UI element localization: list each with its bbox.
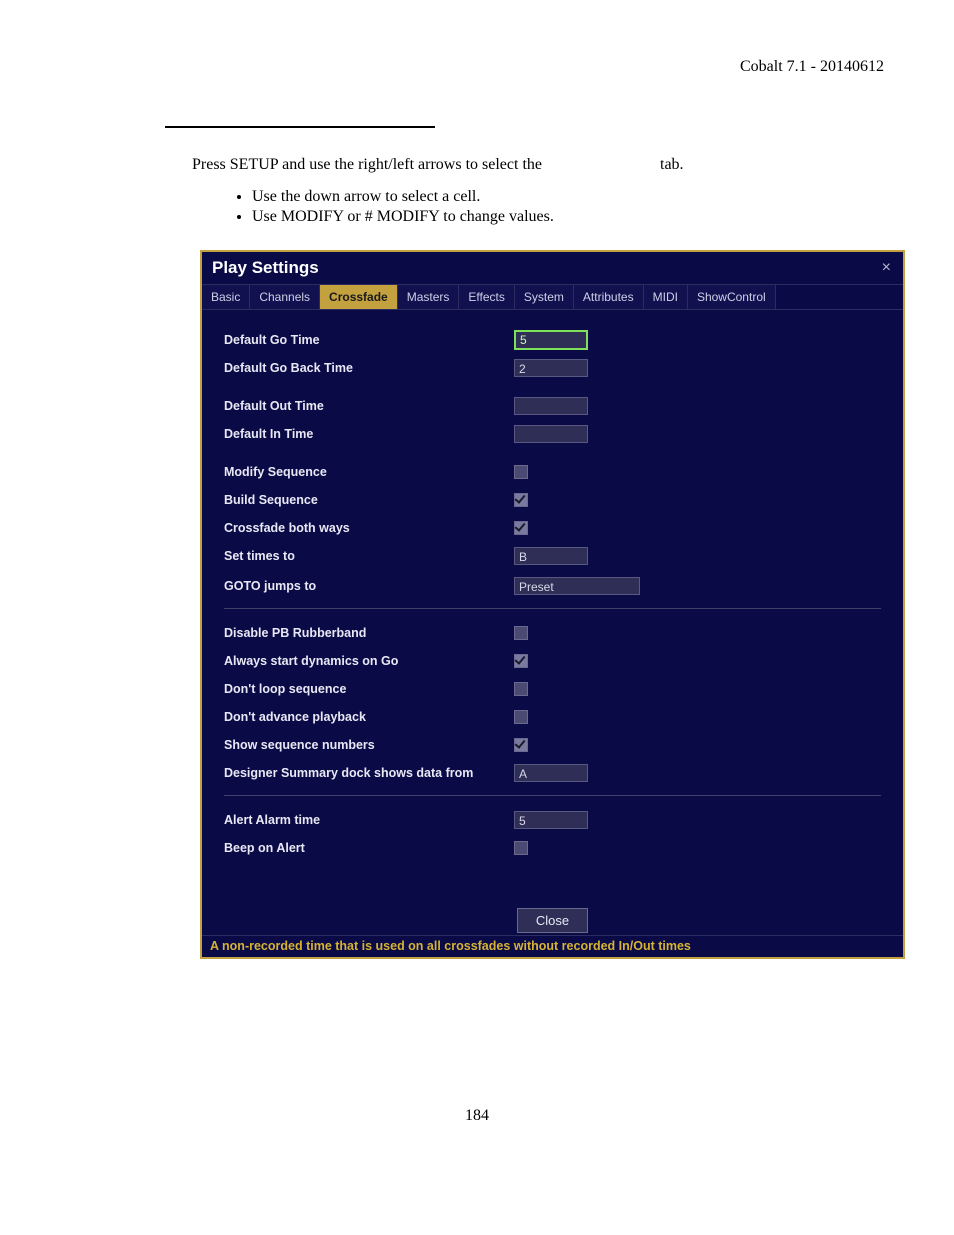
window-title: Play Settings [212,258,319,278]
tab-attributes[interactable]: Attributes [574,285,644,309]
setting-checkbox[interactable] [514,465,528,479]
settings-content: Default Go Time5Default Go Back Time2Def… [202,310,903,872]
setting-field[interactable] [514,397,588,415]
setting-label: Beep on Alert [224,841,514,855]
tab-channels[interactable]: Channels [250,285,320,309]
intro-prefix: Press SETUP and use the right/left arrow… [192,156,542,173]
setting-label: Set times to [224,549,514,563]
setting-label: Disable PB Rubberband [224,626,514,640]
setting-label: Modify Sequence [224,465,514,479]
setting-checkbox[interactable] [514,654,528,668]
group-divider [224,795,881,796]
titlebar: Play Settings × [202,252,903,285]
setting-field[interactable]: 5 [514,811,588,829]
setting-checkbox[interactable] [514,682,528,696]
tab-crossfade[interactable]: Crossfade [320,285,398,309]
setting-label: Build Sequence [224,493,514,507]
setting-label: Default In Time [224,427,514,441]
tab-system[interactable]: System [515,285,574,309]
setting-label: Alert Alarm time [224,813,514,827]
setting-checkbox[interactable] [514,626,528,640]
setting-checkbox[interactable] [514,841,528,855]
document-header: Cobalt 7.1 - 20140612 [70,58,884,76]
intro-text: Press SETUP and use the right/left arrow… [192,156,884,174]
setting-checkbox[interactable] [514,493,528,507]
setting-label: Default Go Back Time [224,361,514,375]
setting-label: Don't loop sequence [224,682,514,696]
page-number: 184 [0,1107,954,1125]
intro-suffix: tab. [660,156,684,173]
setting-field[interactable]: 5 [514,330,588,350]
instruction-item: Use the down arrow to select a cell. [252,188,884,206]
instruction-item: Use MODIFY or # MODIFY to change values. [252,208,884,226]
setting-label: Always start dynamics on Go [224,654,514,668]
tab-showcontrol[interactable]: ShowControl [688,285,776,309]
setting-label: Default Go Time [224,333,514,347]
tab-effects[interactable]: Effects [459,285,514,309]
setting-label: Designer Summary dock shows data from [224,766,514,780]
instruction-list: Use the down arrow to select a cell. Use … [228,188,884,226]
group-divider [224,608,881,609]
setting-label: Show sequence numbers [224,738,514,752]
setting-label: Crossfade both ways [224,521,514,535]
setting-field[interactable]: Preset [514,577,640,595]
setting-field[interactable]: 2 [514,359,588,377]
setting-checkbox[interactable] [514,521,528,535]
section-rule [165,126,435,128]
setting-field[interactable] [514,425,588,443]
setting-field[interactable]: B [514,547,588,565]
play-settings-window: Play Settings × BasicChannelsCrossfadeMa… [200,250,905,959]
setting-label: Default Out Time [224,399,514,413]
setting-checkbox[interactable] [514,738,528,752]
setting-checkbox[interactable] [514,710,528,724]
help-bar: A non-recorded time that is used on all … [202,935,903,957]
setting-field[interactable]: A [514,764,588,782]
tab-masters[interactable]: Masters [398,285,460,309]
setting-label: GOTO jumps to [224,579,514,593]
setting-label: Don't advance playback [224,710,514,724]
footer-area: Close [202,872,903,935]
tab-basic[interactable]: Basic [202,285,250,309]
close-icon[interactable]: × [880,259,893,277]
tab-bar: BasicChannelsCrossfadeMastersEffectsSyst… [202,285,903,310]
tab-midi[interactable]: MIDI [644,285,688,309]
close-button[interactable]: Close [517,908,588,933]
